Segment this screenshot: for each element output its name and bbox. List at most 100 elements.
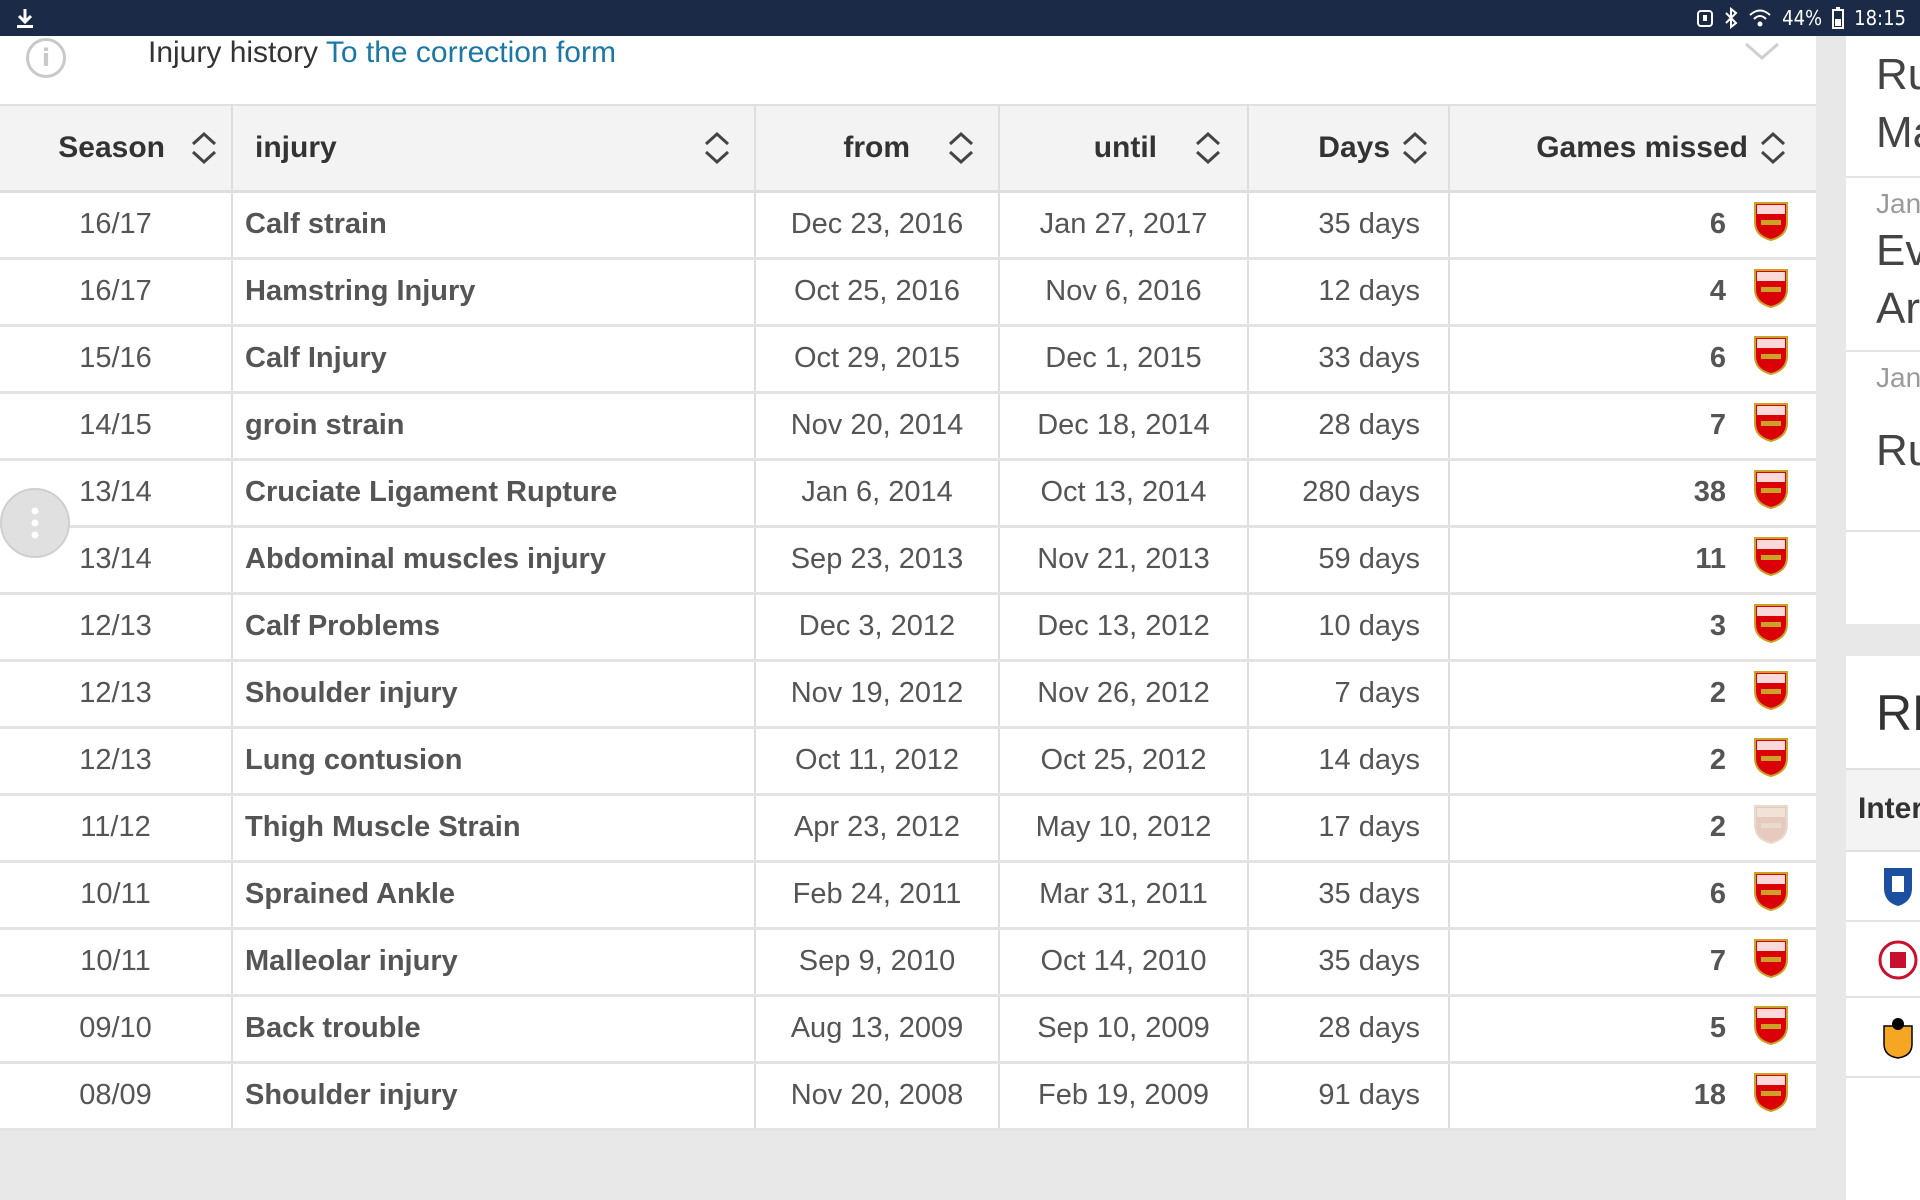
wifi-icon	[1749, 9, 1771, 27]
more-options-button[interactable]	[0, 488, 70, 558]
injury-table-wrapper: Season injury from until Days Games miss…	[0, 104, 1816, 1131]
arsenal-crest-icon	[1754, 402, 1788, 442]
sidebar-item-1-line1[interactable]: Eve	[1876, 226, 1920, 276]
clock: 18:15	[1854, 6, 1906, 30]
club-link[interactable]	[1752, 937, 1790, 987]
sidebar-item-2-line1[interactable]: Ru	[1876, 426, 1920, 476]
chevron-down-icon[interactable]	[1742, 36, 1782, 72]
table-row: 12/13 Calf Problems Dec 3, 2012 Dec 13, 201…	[0, 593, 1816, 660]
cell-until: Oct 14, 2010	[999, 928, 1249, 995]
games-missed-count: 7	[1709, 409, 1726, 441]
cell-games-missed: 7	[1449, 392, 1816, 459]
club-link[interactable]	[1752, 669, 1790, 719]
cell-games-missed: 6	[1449, 325, 1816, 392]
cell-from: Nov 19, 2012	[755, 660, 1000, 727]
alarm-icon	[1697, 10, 1714, 27]
sort-icon[interactable]	[1193, 130, 1223, 166]
club-link[interactable]	[1752, 535, 1790, 585]
section-title: Injury history To the correction form	[148, 36, 616, 70]
cell-from: Sep 9, 2010	[755, 928, 1000, 995]
table-row: 12/13 Lung contusion Oct 11, 2012 Oct 25, 2…	[0, 727, 1816, 794]
cell-until: Feb 19, 2009	[999, 1062, 1249, 1129]
cell-injury: Sprained Ankle	[232, 861, 756, 928]
cell-injury: Shoulder injury	[232, 1062, 756, 1129]
cell-games-missed: 2	[1449, 660, 1816, 727]
cell-from: Oct 29, 2015	[755, 325, 1000, 392]
club-link[interactable]	[1752, 870, 1790, 920]
cell-days: 12 days	[1248, 258, 1450, 325]
cell-season: 12/13	[0, 727, 233, 794]
games-missed-count: 2	[1709, 744, 1726, 776]
injury-history-card: i Injury history To the correction form …	[0, 36, 1816, 1131]
cell-from: Feb 24, 2011	[755, 861, 1000, 928]
games-missed-count: 5	[1709, 1012, 1726, 1044]
cell-until: Nov 21, 2013	[999, 526, 1249, 593]
cell-season: 11/12	[0, 794, 233, 861]
cell-injury: Calf Problems	[232, 593, 756, 660]
games-missed-count: 6	[1709, 208, 1726, 240]
sort-icon[interactable]	[702, 130, 732, 166]
arsenal-crest-icon	[1754, 201, 1788, 241]
cell-until: Nov 26, 2012	[999, 660, 1249, 727]
header-season[interactable]: Season	[0, 105, 233, 191]
cell-season: 16/17	[0, 258, 233, 325]
cell-injury: Hamstring Injury	[232, 258, 756, 325]
cell-injury: Lung contusion	[232, 727, 756, 794]
cell-season: 09/10	[0, 995, 233, 1062]
header-until[interactable]: until	[999, 105, 1249, 191]
club-link[interactable]	[1752, 200, 1790, 250]
club-link[interactable]	[1752, 602, 1790, 652]
table-row: 13/14 Cruciate Ligament Rupture Jan 6, 201…	[0, 459, 1816, 526]
sort-icon[interactable]	[1758, 130, 1788, 166]
cell-until: Sep 10, 2009	[999, 995, 1249, 1062]
sidebar-section-title: RE	[1876, 685, 1920, 741]
sidebar-item-1-line2[interactable]: Ars	[1876, 284, 1920, 334]
arsenal-crest-icon	[1754, 804, 1788, 844]
cell-season: 10/11	[0, 928, 233, 995]
cell-injury: Calf Injury	[232, 325, 756, 392]
cell-until: Nov 6, 2016	[999, 258, 1249, 325]
correction-form-link[interactable]: To the correction form	[326, 36, 616, 69]
header-days[interactable]: Days	[1248, 105, 1450, 191]
games-missed-count: 11	[1695, 543, 1726, 575]
cell-from: Oct 25, 2016	[755, 258, 1000, 325]
cell-until: Oct 13, 2014	[999, 459, 1249, 526]
sidebar-item-0-line2[interactable]: Ma	[1876, 108, 1920, 158]
arsenal-crest-icon	[1754, 469, 1788, 509]
cell-injury: Cruciate Ligament Rupture	[232, 459, 756, 526]
info-icon[interactable]: i	[26, 38, 66, 78]
club-link[interactable]	[1752, 401, 1790, 451]
cell-season: 12/13	[0, 660, 233, 727]
header-games-missed[interactable]: Games missed	[1449, 105, 1816, 191]
cell-games-missed: 38	[1449, 459, 1816, 526]
battery-icon	[1832, 7, 1845, 29]
club-link[interactable]	[1752, 803, 1790, 853]
club-link[interactable]	[1752, 267, 1790, 317]
sort-icon[interactable]	[189, 130, 219, 166]
arsenal-crest-icon	[1754, 536, 1788, 576]
games-missed-count: 2	[1709, 677, 1726, 709]
header-from[interactable]: from	[755, 105, 1000, 191]
injury-table-body: 16/17 Calf strain Dec 23, 2016 Jan 27, 2017…	[0, 191, 1816, 1129]
sidebar-fixtures-panel: Ru Ma Jan Eve Ars Jan Ru	[1846, 36, 1920, 624]
sidebar-item-0-line1[interactable]: Ru	[1876, 50, 1920, 100]
header-injury[interactable]: injury	[232, 105, 756, 191]
download-icon	[17, 9, 33, 28]
cell-from: Nov 20, 2008	[755, 1062, 1000, 1129]
cell-days: 35 days	[1248, 861, 1450, 928]
cell-injury: groin strain	[232, 392, 756, 459]
club-link[interactable]	[1752, 334, 1790, 384]
cell-days: 91 days	[1248, 1062, 1450, 1129]
status-bar: 44% 18:15	[0, 0, 1920, 36]
cell-games-missed: 5	[1449, 995, 1816, 1062]
club-link[interactable]	[1752, 468, 1790, 518]
club-link[interactable]	[1752, 736, 1790, 786]
sort-icon[interactable]	[1400, 130, 1430, 166]
injury-table: Season injury from until Days Games miss…	[0, 104, 1816, 1131]
valencia-crest-icon	[1883, 1018, 1913, 1059]
club-link[interactable]	[1752, 1004, 1790, 1054]
everton-crest-icon	[1884, 868, 1912, 906]
sort-icon[interactable]	[946, 130, 976, 166]
club-link[interactable]	[1752, 1071, 1790, 1121]
games-missed-count: 4	[1709, 275, 1726, 307]
